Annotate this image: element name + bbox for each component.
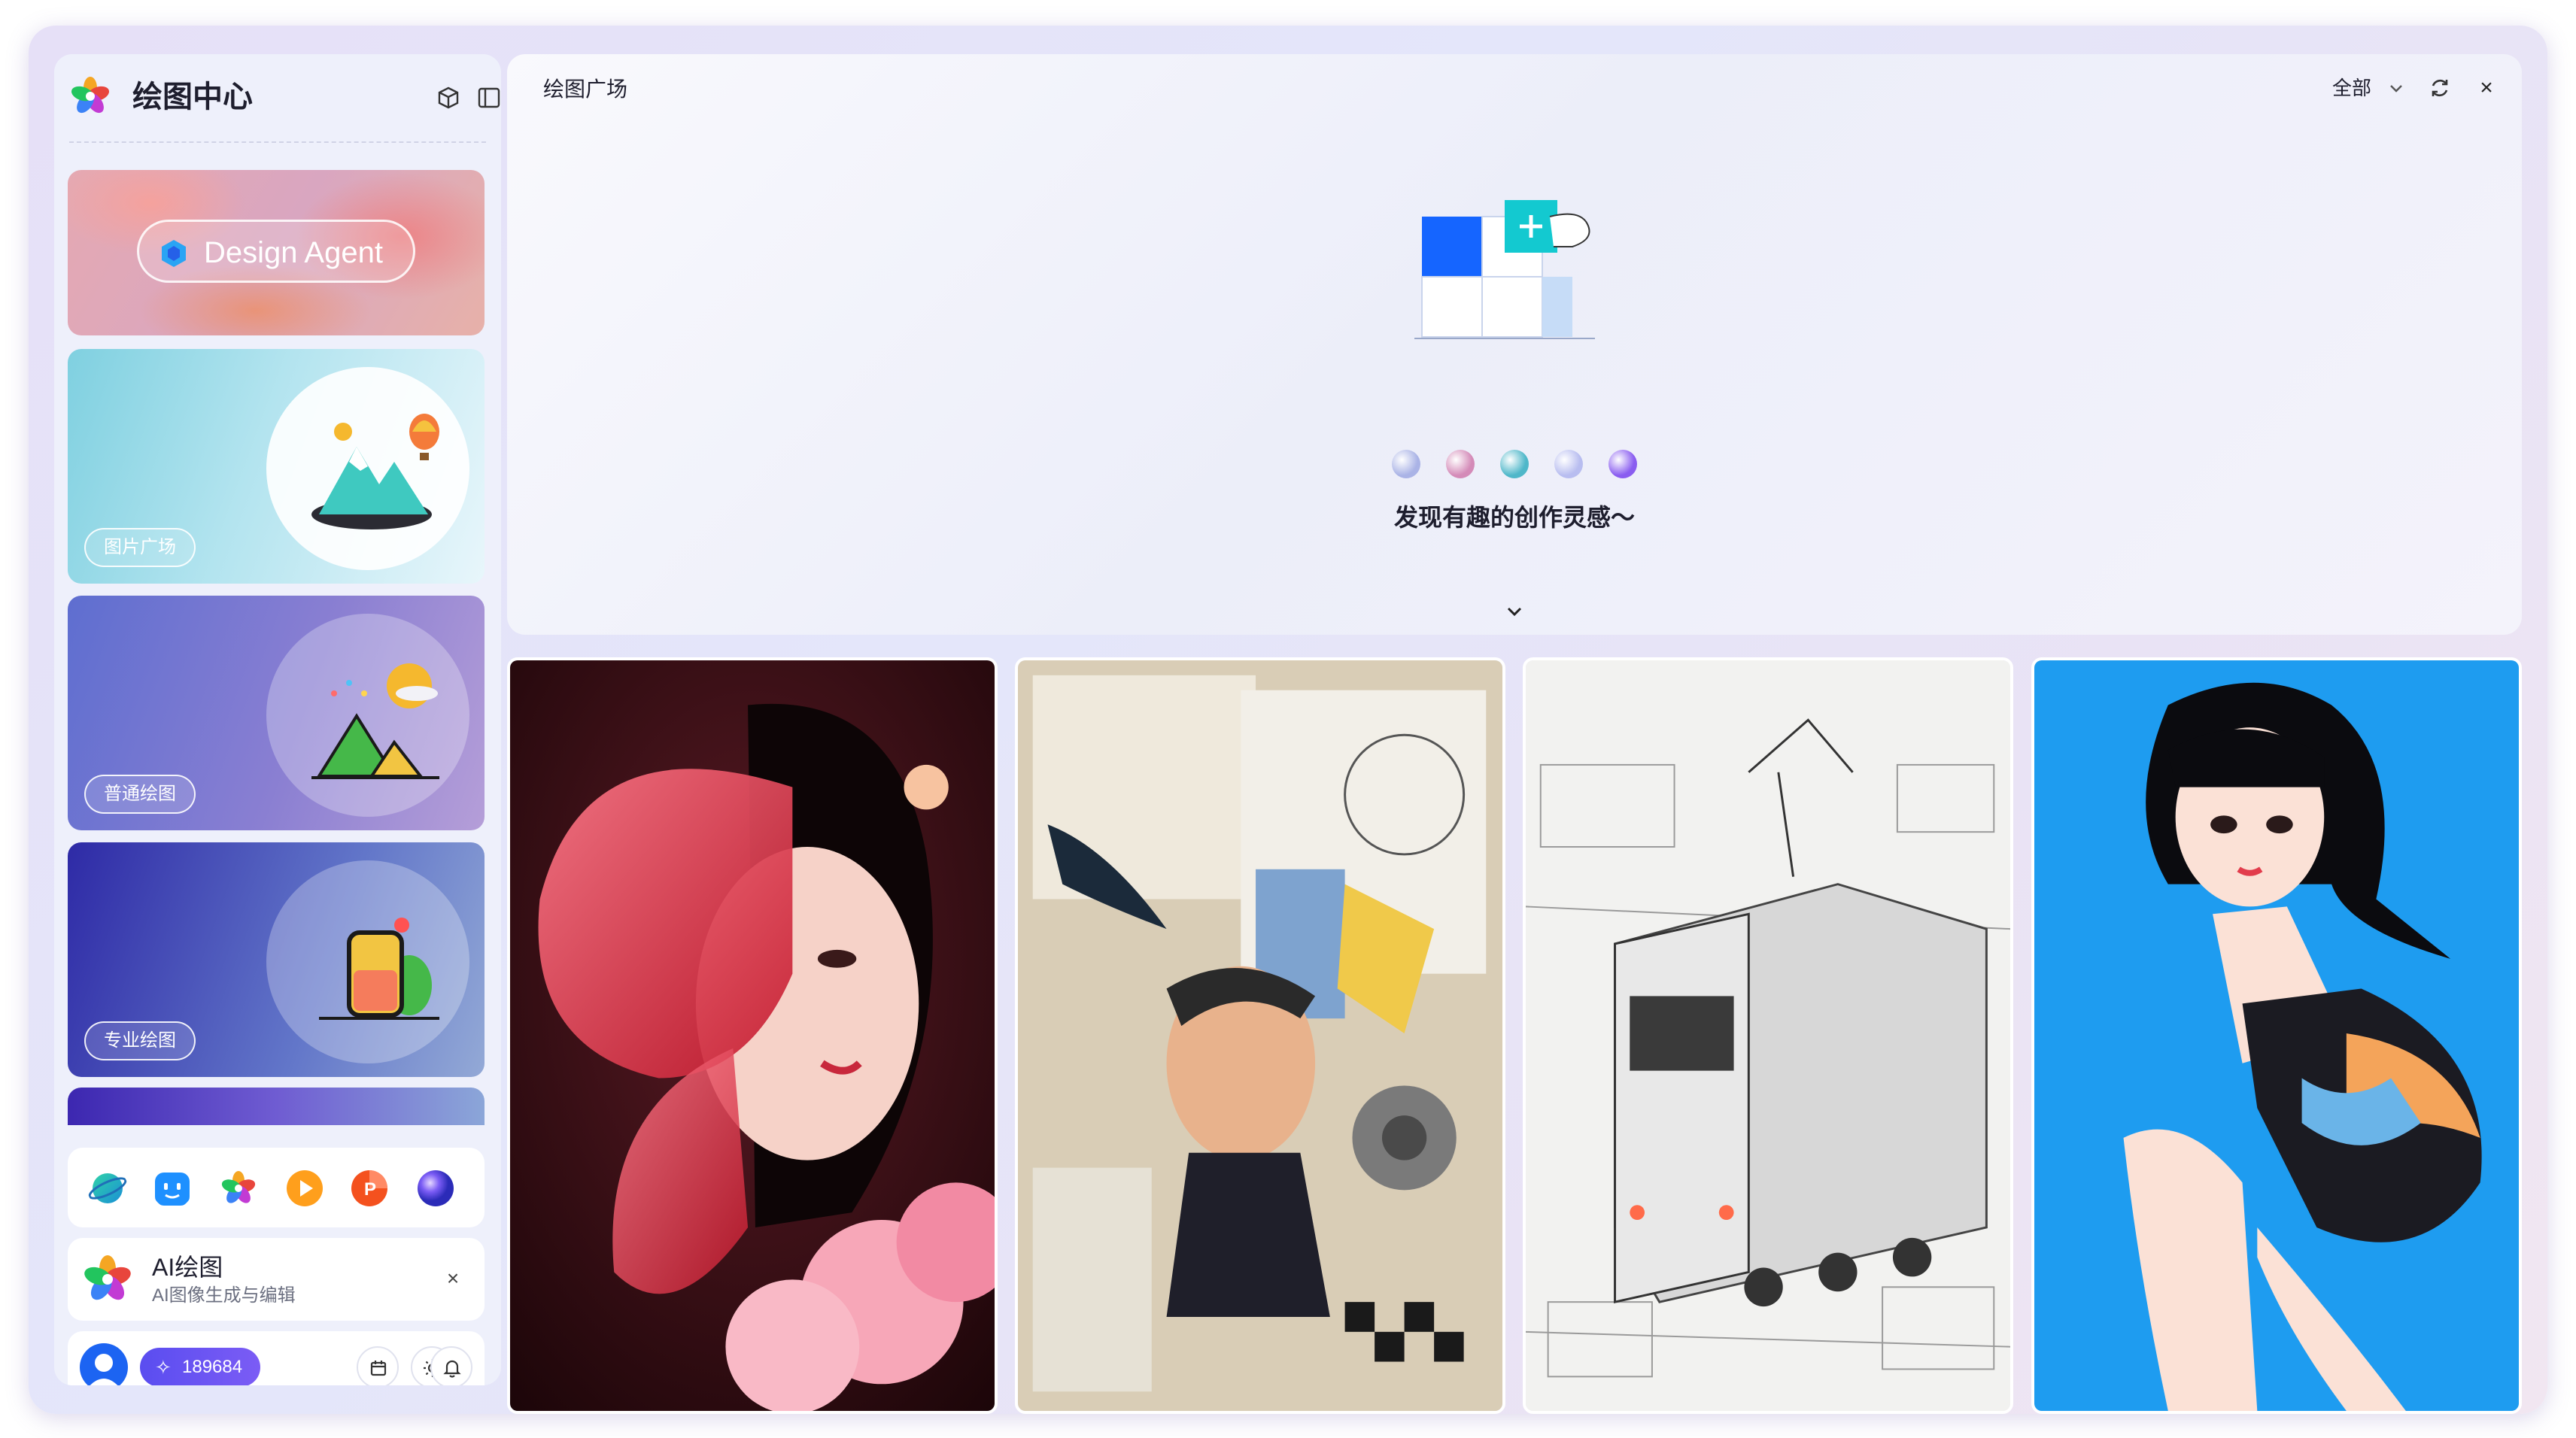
app-window: 绘图中心 Design Agent 图片广场 普通绘图 专业绘图 P AI绘图 … [29, 26, 2547, 1414]
tagline: 发现有趣的创作灵感～ [1393, 504, 1635, 531]
planet-icon[interactable] [87, 1168, 128, 1209]
dot-4 [1554, 450, 1583, 478]
robot-icon[interactable] [152, 1168, 193, 1209]
calendar-icon [370, 1361, 387, 1376]
pro-drawing-tag: 专业绘图 [84, 1021, 196, 1060]
app-logo-icon [71, 77, 109, 114]
jar-icon [319, 918, 439, 1020]
sidebar-divider [69, 141, 486, 143]
orb-icon[interactable] [415, 1168, 456, 1209]
normal-drawing-tag: 普通绘图 [84, 775, 196, 814]
filter-select[interactable]: 全部 [2332, 74, 2371, 102]
user-bar: ✧ 189684 [68, 1331, 485, 1385]
flower-icon[interactable] [218, 1168, 259, 1209]
sidebar: 绘图中心 Design Agent 图片广场 普通绘图 专业绘图 P AI绘图 … [54, 54, 501, 1385]
gallery-illustration-icon [1414, 200, 1595, 339]
user-icon [90, 1354, 118, 1385]
normal-drawing-card[interactable]: 普通绘图 [68, 596, 485, 830]
ai-drawing-close-button[interactable]: × [441, 1267, 465, 1291]
dot-2 [1446, 450, 1475, 478]
mountain-sun-icon [311, 663, 439, 779]
ai-drawing-title: AI绘图 [152, 1254, 223, 1281]
panel-toggle-icon[interactable] [475, 84, 501, 111]
expand-chevron-icon[interactable] [1502, 599, 1527, 624]
hexagon-icon [162, 240, 186, 267]
design-agent-pill[interactable]: Design Agent [137, 220, 415, 283]
avatar[interactable] [80, 1343, 128, 1385]
anime-girl-art [2034, 660, 2519, 1411]
design-agent-card[interactable]: Design Agent [68, 170, 485, 335]
more-card[interactable] [68, 1088, 485, 1125]
avatar-dots [1392, 450, 1640, 480]
anime-girl-image[interactable] [2031, 657, 2522, 1414]
collage-man-image[interactable] [1015, 657, 1505, 1414]
presentation-icon[interactable]: P [349, 1168, 390, 1209]
ai-drawing-logo-icon [84, 1255, 131, 1300]
collage-man-art [1018, 660, 1502, 1411]
chevron-down-icon[interactable] [2385, 77, 2407, 99]
sidebar-header: 绘图中心 [54, 54, 501, 144]
sparkle-icon: ✧ [155, 1356, 172, 1379]
calendar-button[interactable] [357, 1346, 399, 1385]
image-plaza-tag: 图片广场 [84, 528, 196, 567]
dot-5 [1608, 450, 1637, 478]
svg-text:P: P [364, 1179, 376, 1200]
design-agent-label: Design Agent [204, 236, 383, 269]
page-title: 绘图广场 [543, 77, 628, 101]
dot-3 [1500, 450, 1529, 478]
points-value: 189684 [182, 1357, 243, 1377]
refresh-icon[interactable] [2427, 75, 2453, 101]
cube-icon[interactable] [435, 84, 462, 111]
dot-1 [1392, 450, 1420, 478]
ai-drawing-item[interactable]: AI绘图 AI图像生成与编辑 × [68, 1238, 485, 1321]
app-title: 绘图中心 [132, 80, 253, 114]
close-button[interactable]: × [2474, 75, 2499, 101]
train-sketch-art [1526, 660, 2010, 1411]
bell-icon [443, 1360, 461, 1378]
train-sketch-image[interactable] [1523, 657, 2013, 1414]
main-header-panel: 绘图广场 全部 × 发现有趣的创作灵感～ [507, 54, 2522, 635]
butterfly-woman-image[interactable] [507, 657, 998, 1414]
image-gallery [507, 657, 2522, 1414]
pro-drawing-card[interactable]: 专业绘图 [68, 842, 485, 1077]
image-plaza-card[interactable]: 图片广场 [68, 349, 485, 584]
butterfly-woman-art [510, 660, 995, 1411]
ai-drawing-subtitle: AI图像生成与编辑 [152, 1285, 296, 1306]
play-icon[interactable] [284, 1168, 325, 1209]
mountain-balloon-icon [311, 414, 439, 529]
points-badge[interactable]: ✧ 189684 [140, 1348, 260, 1385]
app-launcher-row: P [68, 1148, 485, 1227]
notification-button[interactable] [430, 1346, 472, 1385]
